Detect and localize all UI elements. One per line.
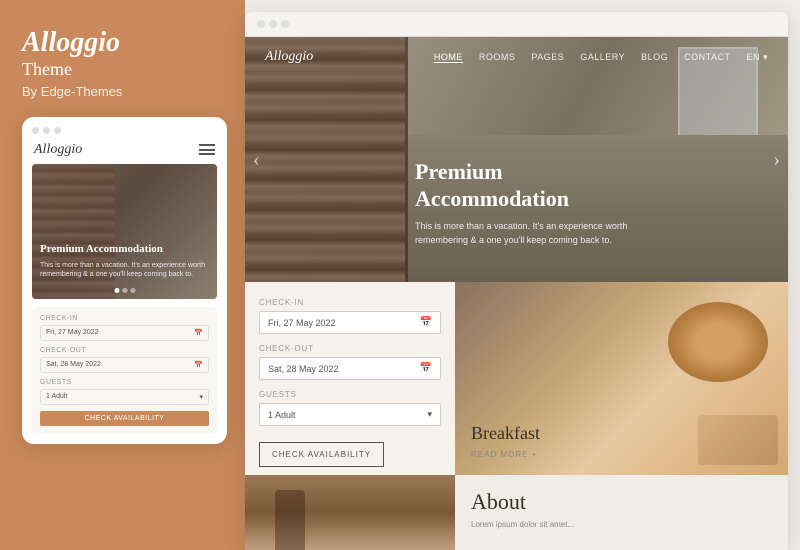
theme-subtitle: Theme: [22, 59, 223, 80]
mobile-header: Alloggio: [32, 142, 217, 158]
website-hero: Alloggio HOME ROOMS PAGES GALLERY BLOG C…: [245, 37, 788, 282]
guests-group: GUESTS 1 Adult ▾: [259, 390, 441, 426]
mobile-checkin-label: CHECK-IN: [40, 315, 209, 322]
website-bottom-section: CHECK-IN Fri, 27 May 2022 📅 CHECK-OUT Sa…: [245, 282, 788, 475]
chevron-down-icon: ▾: [427, 409, 432, 420]
checkin-input[interactable]: Fri, 27 May 2022 📅: [259, 311, 441, 334]
mobile-hero-text: Premium Accommodation This is more than …: [40, 243, 217, 278]
mobile-booking-form: CHECK-IN Fri, 27 May 2022 📅 CHECK-OUT Sa…: [32, 307, 217, 434]
checkout-group: CHECK-OUT Sat, 28 May 2022 📅: [259, 344, 441, 380]
mobile-guests-select[interactable]: 1 Adult ▾: [40, 389, 209, 405]
mobile-hero-title: Premium Accommodation: [40, 243, 217, 256]
about-text: Lorem ipsum dolor sit amet...: [471, 519, 772, 531]
checkout-label: CHECK-OUT: [259, 344, 441, 353]
nav-home[interactable]: HOME: [434, 52, 463, 63]
mobile-mockup: Alloggio Premium Accommodation This is m…: [22, 117, 227, 444]
mobile-guests-label: GUESTS: [40, 379, 209, 386]
mobile-logo: Alloggio: [34, 142, 82, 158]
nav-contact[interactable]: CONTACT: [684, 52, 730, 62]
about-title: About: [471, 489, 772, 515]
hero-next-arrow[interactable]: ›: [773, 148, 780, 171]
read-more-link[interactable]: READ MORE +: [471, 450, 540, 459]
mobile-check-availability-button[interactable]: CHECK AVAILABILITY: [40, 411, 209, 426]
breakfast-overlay: Breakfast READ MORE +: [455, 407, 556, 475]
checkout-input[interactable]: Sat, 28 May 2022 📅: [259, 357, 441, 380]
theme-by: By Edge-Themes: [22, 84, 223, 99]
about-left-image: [245, 475, 455, 550]
left-panel: Alloggio Theme By Edge-Themes Alloggio P…: [0, 0, 245, 550]
checkout-calendar-icon: 📅: [420, 363, 432, 374]
about-strip: About Lorem ipsum dolor sit amet...: [245, 475, 788, 550]
website-nav: Alloggio HOME ROOMS PAGES GALLERY BLOG C…: [245, 37, 788, 77]
checkin-label: CHECK-IN: [259, 298, 441, 307]
checkin-calendar-icon: 📅: [420, 317, 432, 328]
browser-window: Alloggio HOME ROOMS PAGES GALLERY BLOG C…: [245, 12, 788, 550]
mobile-carousel-dots[interactable]: [114, 288, 135, 293]
breakfast-title: Breakfast: [471, 423, 540, 444]
booking-panel: CHECK-IN Fri, 27 May 2022 📅 CHECK-OUT Sa…: [245, 282, 455, 475]
nav-blog[interactable]: BLOG: [641, 52, 668, 62]
hero-caption: Premium Accommodation This is more than …: [415, 159, 635, 247]
guests-label: GUESTS: [259, 390, 441, 399]
mobile-checkin-field[interactable]: Fri, 27 May 2022 📅: [40, 325, 209, 341]
browser-window-dots: [257, 20, 289, 28]
browser-bar: [245, 12, 788, 37]
hamburger-icon[interactable]: [199, 144, 215, 155]
mobile-hero-image: Premium Accommodation This is more than …: [32, 164, 217, 299]
nav-pages[interactable]: PAGES: [531, 52, 564, 62]
nav-gallery[interactable]: GALLERY: [580, 52, 625, 62]
right-panel: Alloggio HOME ROOMS PAGES GALLERY BLOG C…: [245, 0, 800, 550]
guests-select[interactable]: 1 Adult ▾: [259, 403, 441, 426]
nav-language[interactable]: EN ▾: [746, 52, 768, 63]
mobile-window-dots: [32, 127, 217, 134]
hero-description: This is more than a vacation. It's an ex…: [415, 220, 635, 247]
about-content: About Lorem ipsum dolor sit amet...: [455, 475, 788, 550]
hero-prev-arrow[interactable]: ‹: [253, 148, 260, 171]
hero-title: Premium Accommodation: [415, 159, 635, 212]
mobile-hero-desc: This is more than a vacation. It's an ex…: [40, 261, 217, 279]
check-availability-button[interactable]: CHECK AVAILABILITY: [259, 442, 384, 467]
theme-title: Alloggio: [22, 28, 223, 59]
checkin-group: CHECK-IN Fri, 27 May 2022 📅: [259, 298, 441, 334]
browser-content: Alloggio HOME ROOMS PAGES GALLERY BLOG C…: [245, 37, 788, 550]
website-logo: Alloggio: [265, 49, 313, 65]
nav-links: HOME ROOMS PAGES GALLERY BLOG CONTACT EN…: [434, 52, 768, 63]
mobile-checkout-label: CHECK-OUT: [40, 347, 209, 354]
nav-rooms[interactable]: ROOMS: [479, 52, 516, 62]
mobile-checkout-field[interactable]: Sat, 28 May 2022 📅: [40, 357, 209, 373]
breakfast-card: Breakfast READ MORE +: [455, 282, 788, 475]
